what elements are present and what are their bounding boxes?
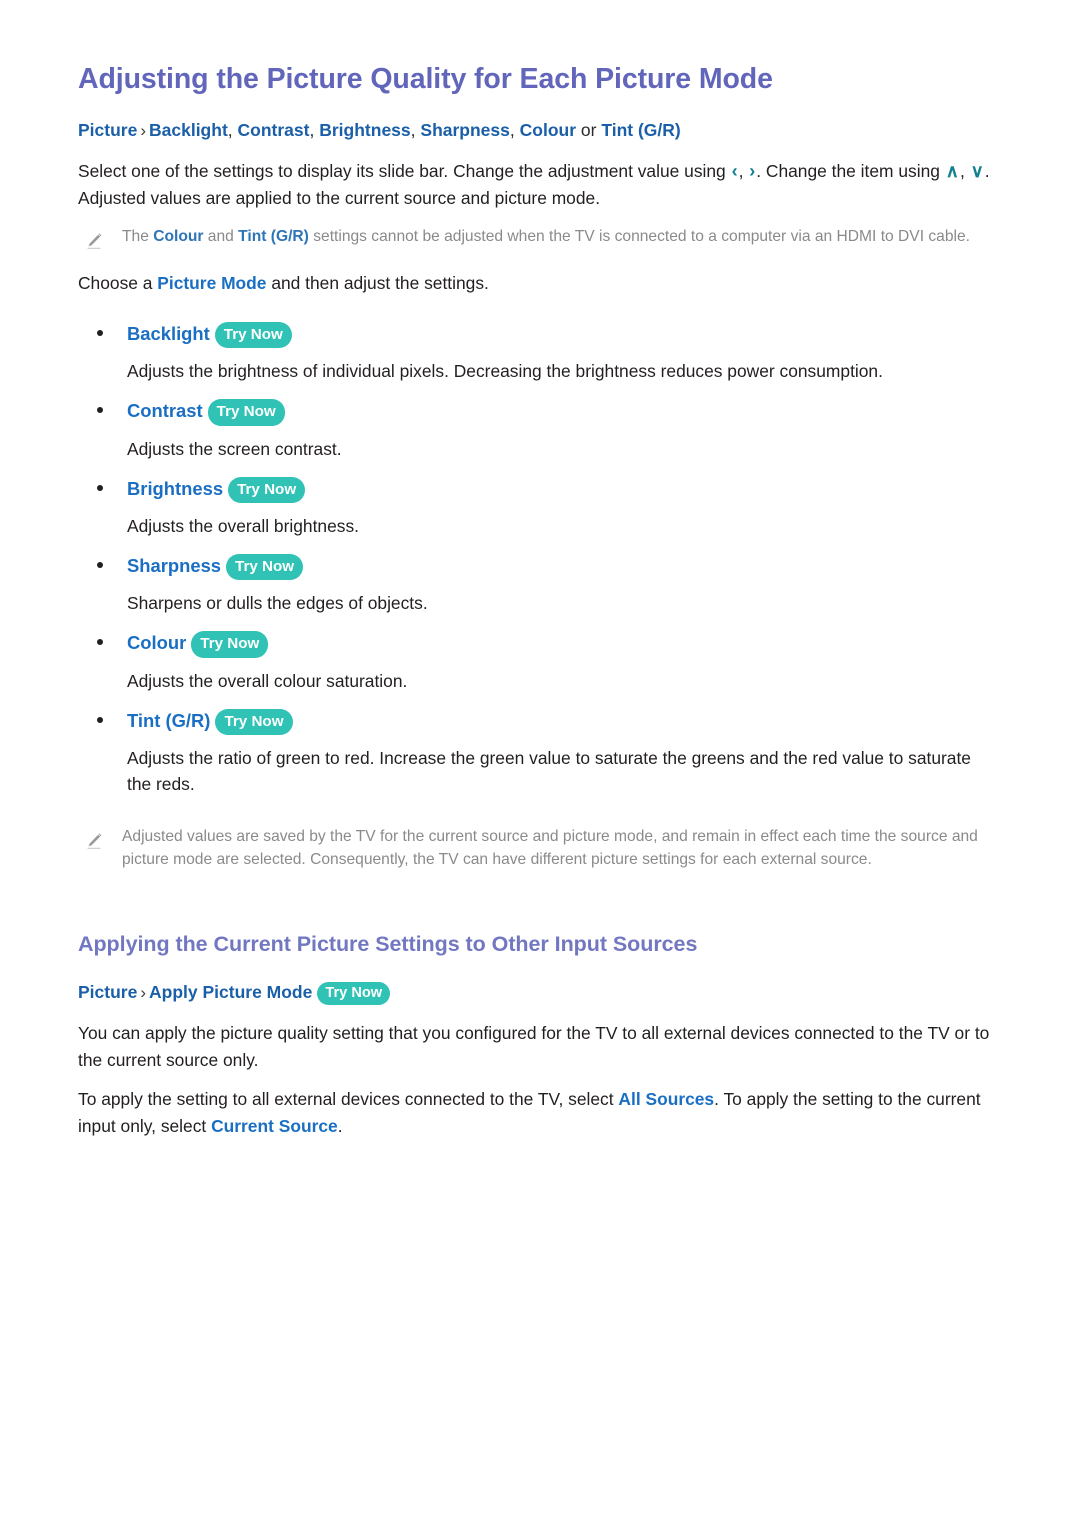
- bullet-description-brightness: Adjusts the overall brightness.: [127, 515, 359, 536]
- chevron-up-icon: ∧: [945, 160, 959, 181]
- breadcrumb-item-tint[interactable]: Tint (G/R): [601, 120, 680, 140]
- choose-part1: Choose a: [78, 272, 158, 293]
- breadcrumb-comma: ,: [309, 120, 315, 141]
- intro-glyph-comma: ,: [738, 160, 749, 181]
- note-part1: The: [122, 227, 154, 245]
- note-part2: and: [203, 227, 239, 245]
- keyword-all-sources[interactable]: All Sources: [618, 1089, 714, 1109]
- chevron-right-icon: ›: [140, 121, 146, 141]
- note-block: The Colour and Tint (G/R) settings canno…: [78, 225, 1002, 256]
- bullet-description-tint: Adjusts the ratio of green to red. Incre…: [127, 747, 971, 794]
- section2-paragraph-2: To apply the setting to all external dev…: [78, 1086, 1002, 1139]
- bullet-description-contrast: Adjusts the screen contrast.: [127, 438, 342, 459]
- choose-part2: and then adjust the settings.: [266, 272, 489, 293]
- bullet-label-backlight[interactable]: Backlight: [127, 323, 210, 345]
- chevron-right-icon: ›: [140, 982, 146, 1002]
- bullet-label-contrast[interactable]: Contrast: [127, 400, 203, 422]
- breadcrumb-root[interactable]: Picture: [78, 982, 137, 1002]
- try-now-badge[interactable]: Try Now: [191, 631, 269, 658]
- note-keyword-colour[interactable]: Colour: [153, 228, 203, 245]
- breadcrumb-root[interactable]: Picture: [78, 120, 137, 140]
- intro-text-part1: Select one of the settings to display it…: [78, 160, 731, 181]
- note-part3: settings cannot be adjusted when the TV …: [308, 227, 970, 245]
- bullet-label-brightness[interactable]: Brightness: [127, 478, 223, 500]
- breadcrumb-conjunction: or: [580, 120, 597, 141]
- list-item: Backlight Try Now: [78, 322, 1002, 349]
- bullet-dot-icon: [97, 330, 103, 337]
- list-item: Contrast Try Now: [78, 399, 1002, 426]
- list-item: Sharpness Try Now: [78, 554, 1002, 581]
- pencil-icon: [84, 225, 110, 256]
- breadcrumb-section2: Picture › Apply Picture Mode Try Now: [78, 980, 1002, 1007]
- breadcrumb-item-apply-picture-mode[interactable]: Apply Picture Mode: [149, 982, 312, 1002]
- intro-text-part2: . Change the item using: [756, 160, 945, 181]
- bullet-label-colour[interactable]: Colour: [127, 632, 186, 654]
- breadcrumb-item-sharpness[interactable]: Sharpness: [420, 120, 509, 140]
- note-text: The Colour and Tint (G/R) settings canno…: [122, 225, 970, 248]
- breadcrumb-item-brightness[interactable]: Brightness: [319, 120, 410, 140]
- bullet-dot-icon: [97, 562, 103, 569]
- try-now-badge[interactable]: Try Now: [214, 322, 292, 349]
- try-now-badge[interactable]: Try Now: [207, 399, 285, 426]
- page-title: Adjusting the Picture Quality for Each P…: [78, 63, 773, 95]
- list-item: Brightness Try Now: [78, 476, 1002, 504]
- bullet-dot-icon: [97, 484, 103, 491]
- note-keyword-tint[interactable]: Tint (G/R): [238, 228, 309, 245]
- chevron-down-icon: ∨: [970, 160, 984, 181]
- breadcrumb-comma: ,: [227, 120, 233, 141]
- intro-glyph-comma: ,: [959, 160, 970, 181]
- breadcrumb-item-contrast[interactable]: Contrast: [238, 120, 310, 140]
- try-now-badge[interactable]: Try Now: [228, 476, 306, 503]
- para2-part3: .: [337, 1115, 343, 1136]
- bullet-dot-icon: [97, 639, 103, 646]
- breadcrumb-comma: ,: [410, 120, 416, 141]
- pencil-icon: [84, 825, 110, 856]
- breadcrumb-item-colour[interactable]: Colour: [520, 120, 576, 140]
- section2-paragraph-1: You can apply the picture quality settin…: [78, 1023, 990, 1070]
- choose-paragraph: Choose a Picture Mode and then adjust th…: [78, 270, 1002, 296]
- bullet-description-colour: Adjusts the overall colour saturation.: [127, 670, 408, 691]
- note-text: Adjusted values are saved by the TV for …: [122, 828, 978, 869]
- section-title: Applying the Current Picture Settings to…: [78, 931, 698, 956]
- list-item: Colour Try Now: [78, 631, 1002, 658]
- bullet-label-tint[interactable]: Tint (G/R): [127, 710, 210, 732]
- chevron-left-icon: ‹: [731, 160, 738, 181]
- bullet-description-backlight: Adjusts the brightness of individual pix…: [127, 361, 883, 382]
- keyword-picture-mode[interactable]: Picture Mode: [157, 273, 266, 293]
- try-now-badge[interactable]: Try Now: [215, 708, 293, 735]
- breadcrumb-comma: ,: [509, 120, 515, 141]
- breadcrumb-item-backlight[interactable]: Backlight: [149, 120, 228, 140]
- bullet-dot-icon: [97, 716, 103, 723]
- list-item: Tint (G/R) Try Now: [78, 708, 1002, 736]
- bullet-description-sharpness: Sharpens or dulls the edges of objects.: [127, 593, 428, 614]
- breadcrumb: Picture › Backlight, Contrast, Brightness,…: [78, 118, 1002, 144]
- intro-paragraph: Select one of the settings to display it…: [78, 158, 1002, 212]
- document-page: Adjusting the Picture Quality for Each P…: [0, 0, 1080, 1527]
- note-block: Adjusted values are saved by the TV for …: [78, 825, 1002, 872]
- try-now-badge[interactable]: Try Now: [317, 981, 391, 1006]
- bullet-label-sharpness[interactable]: Sharpness: [127, 555, 221, 577]
- para2-part1: To apply the setting to all external dev…: [78, 1089, 619, 1110]
- keyword-current-source[interactable]: Current Source: [211, 1116, 338, 1136]
- try-now-badge[interactable]: Try Now: [226, 554, 304, 581]
- bullet-dot-icon: [97, 407, 103, 414]
